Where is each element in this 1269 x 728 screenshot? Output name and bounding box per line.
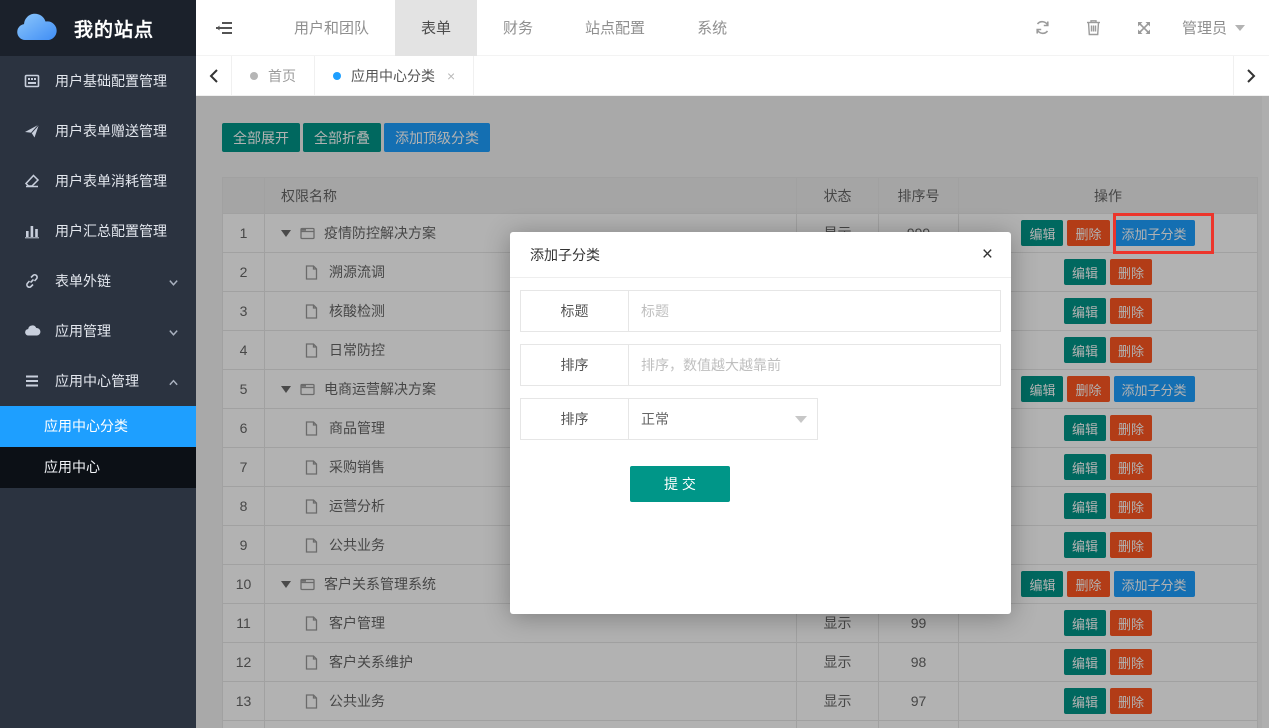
menu-fold-icon[interactable] [196,0,252,56]
add-subcategory-modal: 添加子分类 × 标题排序排序正常提 交 [510,232,1011,614]
annotation-highlight-box [1113,213,1214,254]
sidebar-item-4[interactable]: 表单外链 [0,256,196,306]
refresh-icon[interactable] [1017,0,1068,56]
sidebar-item-5[interactable]: 应用管理 [0,306,196,356]
chevron-down-icon [168,275,180,287]
sidebar-item-label: 用户表单赠送管理 [55,121,180,141]
sidebar-item-3[interactable]: 用户汇总配置管理 [0,206,196,256]
topnav-item[interactable]: 系统 [671,0,753,56]
modal-body: 标题排序排序正常提 交 [510,278,1011,502]
close-icon[interactable]: × [982,245,993,264]
sidebar-item-2[interactable]: 用户表单消耗管理 [0,156,196,206]
sidebar-submenu: 应用中心分类应用中心 [0,406,196,488]
chevron-down-icon [1235,25,1245,31]
form-field-排序: 排序 [520,344,1001,386]
tab-应用中心分类[interactable]: 应用中心分类 × [315,56,474,96]
cloud-icon [24,323,41,340]
modal-header: 添加子分类 × [510,232,1011,278]
tab-dot [250,72,258,80]
topbar-actions: 管理员 [1017,0,1269,56]
tab-close-icon[interactable]: × [447,68,455,84]
chevron-down-icon [795,416,807,423]
tab-首页[interactable]: 首页 [232,56,315,96]
chevron-down-icon [168,325,180,337]
topnav-item[interactable]: 财务 [477,0,559,56]
user-name: 管理员 [1182,17,1227,38]
sidebar-item-1[interactable]: 用户表单赠送管理 [0,106,196,156]
field-input-排序[interactable] [629,345,1000,385]
sidebar-item-label: 用户汇总配置管理 [55,221,180,241]
eraser-icon [24,173,41,190]
sidebar-item-label: 应用中心管理 [55,371,168,391]
submit-button[interactable]: 提 交 [630,466,730,502]
field-select-排序[interactable]: 正常 [629,399,817,439]
modal-title: 添加子分类 [530,245,982,265]
top-menu: 用户和团队表单财务站点配置系统 [268,0,753,56]
sidebar-item-label: 用户基础配置管理 [55,71,180,91]
sidebar-menu: 用户基础配置管理用户表单赠送管理用户表单消耗管理用户汇总配置管理表单外链应用管理… [0,56,196,488]
field-input-标题[interactable] [629,291,1000,331]
cloud-logo-icon [14,10,66,46]
grid-icon [24,73,41,90]
user-menu[interactable]: 管理员 [1182,17,1245,38]
field-label: 排序 [521,345,629,385]
sidebar-item-label: 表单外链 [55,271,168,291]
tab-dot [333,72,341,80]
topnav-item[interactable]: 表单 [395,0,477,56]
topnav-item[interactable]: 用户和团队 [268,0,395,56]
sidebar-item-6[interactable]: 应用中心管理 [0,356,196,406]
sidebar-item-label: 用户表单消耗管理 [55,171,180,191]
sidebar-subitem[interactable]: 应用中心分类 [0,406,196,447]
logo: 我的站点 [0,0,196,56]
tabs-scroll-left-icon[interactable] [196,56,232,96]
sidebar-subitem[interactable]: 应用中心 [0,447,196,488]
field-label: 排序 [521,399,629,439]
tab-label: 应用中心分类 [351,66,435,86]
top-bar: 用户和团队表单财务站点配置系统 管理员 [196,0,1269,56]
field-label: 标题 [521,291,629,331]
bar-chart-icon [24,223,41,240]
select-value: 正常 [641,409,669,429]
tab-label: 首页 [268,66,296,86]
form-field-标题: 标题 [520,290,1001,332]
sidebar: 我的站点 用户基础配置管理用户表单赠送管理用户表单消耗管理用户汇总配置管理表单外… [0,0,196,728]
fullscreen-icon[interactable] [1119,0,1170,56]
topnav-item[interactable]: 站点配置 [559,0,671,56]
site-title: 我的站点 [74,15,154,42]
chevron-up-icon [168,375,180,387]
list-icon [24,373,41,390]
trash-icon[interactable] [1068,0,1119,56]
sidebar-item-0[interactable]: 用户基础配置管理 [0,56,196,106]
tabs-scroll-right-icon[interactable] [1233,56,1269,96]
tab-bar: 首页 应用中心分类 × [196,56,1269,96]
form-field-排序: 排序正常 [520,398,818,440]
send-icon [24,123,41,140]
sidebar-item-label: 应用管理 [55,321,168,341]
link-icon [24,273,41,290]
